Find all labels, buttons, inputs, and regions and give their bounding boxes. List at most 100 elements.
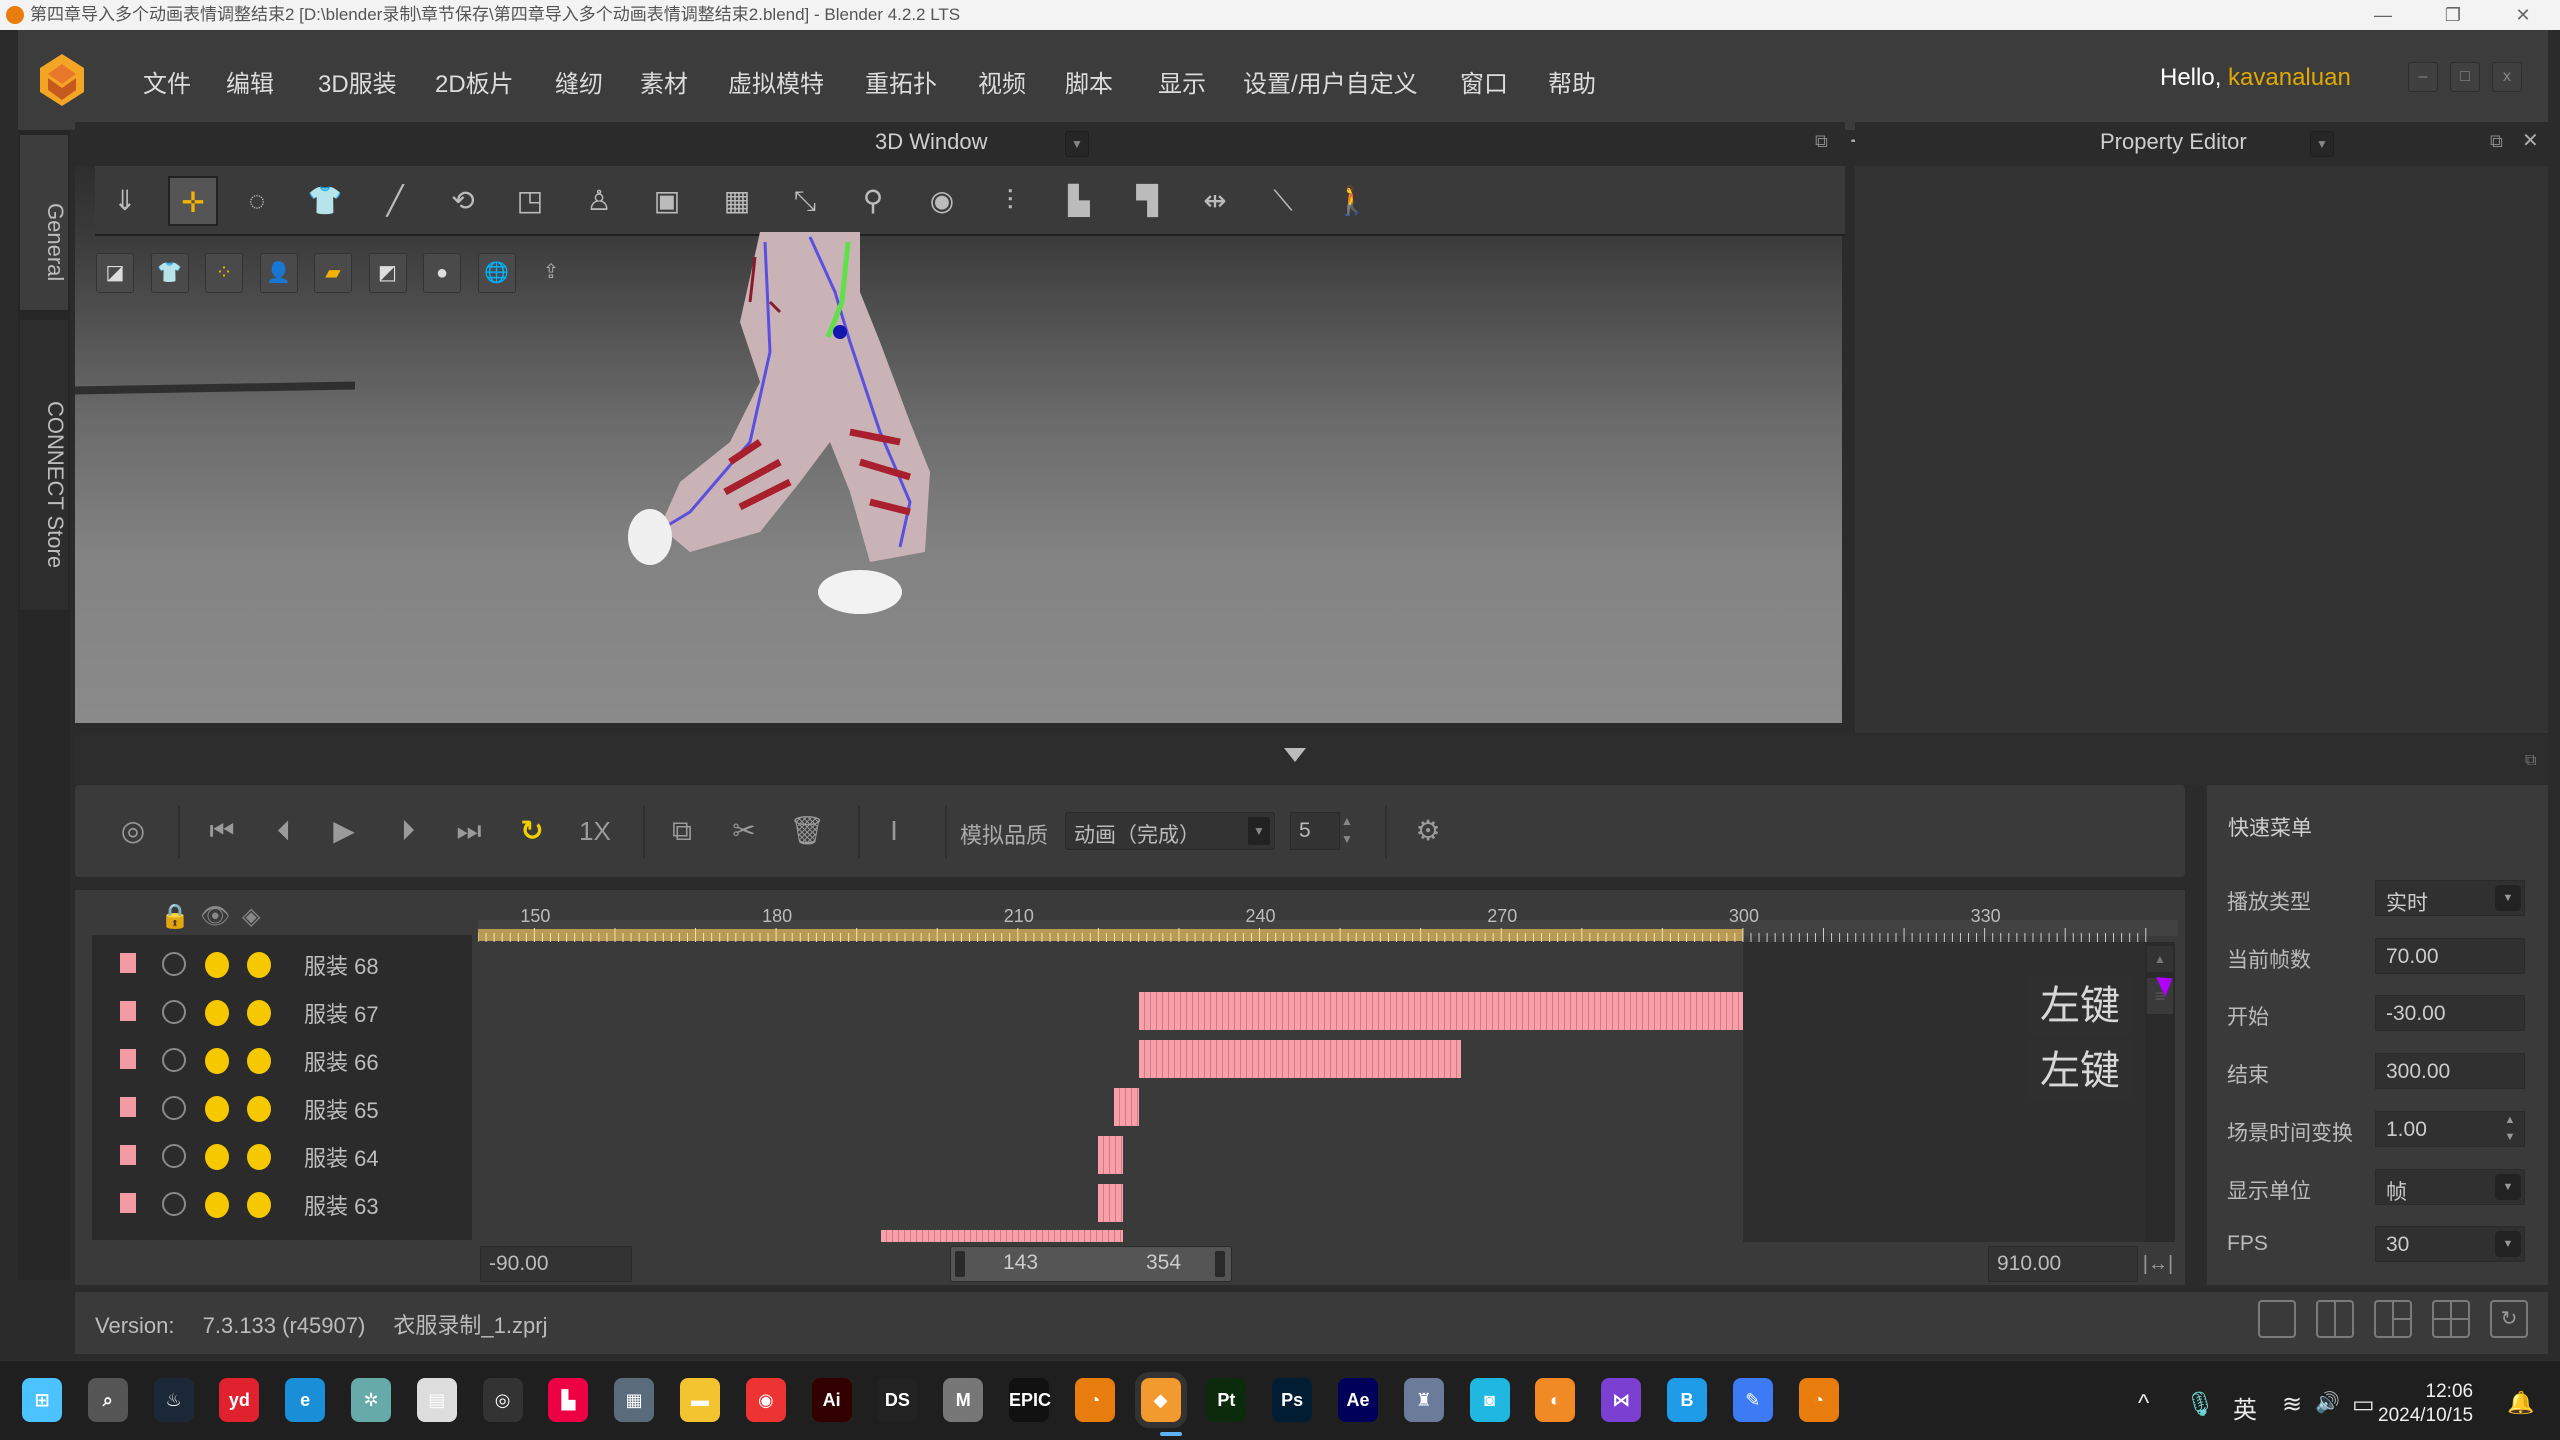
button-icon[interactable]: ◉	[917, 176, 967, 226]
panel-splitter[interactable]	[75, 735, 2548, 785]
notification-icon[interactable]: 🔔	[2507, 1390, 2534, 1416]
taskbar-blender2-icon[interactable]: ◔	[1798, 1378, 1839, 1422]
previous-frame-button[interactable]: ⏴	[264, 808, 304, 854]
grid-icon[interactable]: ▦	[712, 176, 762, 226]
quick-field-3-input[interactable]: -30.00	[2375, 995, 2525, 1032]
username-link[interactable]: kavanaluan	[2228, 64, 2351, 91]
clip-bar[interactable]	[1138, 1040, 1461, 1078]
solo-all-icon[interactable]: ◈	[242, 902, 260, 931]
range-end-handle[interactable]	[1215, 1251, 1225, 1277]
edit-pin-icon[interactable]: ╱	[370, 176, 420, 226]
lasso-select-icon[interactable]: ◌	[232, 176, 282, 226]
track-color-swatch[interactable]	[120, 1193, 136, 1213]
quick-field-2-input[interactable]: 70.00	[2375, 937, 2525, 974]
taskbar-note-icon[interactable]: ✎	[1732, 1378, 1773, 1422]
quad-view-button[interactable]	[2432, 1300, 2470, 1338]
select-move-icon[interactable]: ✛	[168, 176, 218, 226]
property-close-icon[interactable]: ✕	[2522, 128, 2539, 153]
lock-toggle-icon[interactable]	[162, 952, 186, 976]
lock-toggle-icon[interactable]	[162, 1096, 186, 1120]
menu-item[interactable]: 素材	[640, 64, 688, 99]
quick-field-6-dropdown[interactable]: 帧 ▼	[2375, 1168, 2525, 1205]
taskbar-aftereffects-icon[interactable]: Ae	[1338, 1378, 1378, 1422]
go-to-end-button[interactable]: ⏭	[449, 808, 489, 854]
walk-icon[interactable]: 🚶	[1327, 176, 1377, 226]
lock-toggle-icon[interactable]	[162, 1192, 186, 1216]
visibility-toggle-icon[interactable]	[205, 1192, 229, 1218]
chevron-down-icon[interactable]: ▼	[2495, 1231, 2521, 1258]
taskbar-photoshop-icon[interactable]: Ps	[1272, 1378, 1313, 1422]
range-max-input[interactable]: 910.00	[1988, 1246, 2138, 1282]
visible-range-slider[interactable]: 143 354	[950, 1246, 1232, 1282]
menu-item[interactable]: 编辑	[226, 64, 274, 99]
avatar-garment-figure[interactable]	[610, 232, 1030, 632]
chevron-down-icon[interactable]: ▼	[2495, 885, 2521, 911]
transform-icon[interactable]: ◳	[505, 176, 555, 226]
menu-item[interactable]: 2D板片	[435, 64, 514, 99]
track-color-swatch[interactable]	[120, 1145, 136, 1165]
edit-curve-icon[interactable]: ⤡	[780, 176, 830, 226]
lock-toggle-icon[interactable]	[162, 1000, 186, 1024]
track-row[interactable]: 服装 65	[92, 1083, 472, 1131]
tray-overflow-icon[interactable]: ^	[2138, 1390, 2149, 1418]
single-view-button[interactable]	[2258, 1300, 2296, 1338]
simulation-quality-select[interactable]: 动画（完成） ▼	[1065, 812, 1275, 850]
fit-range-button[interactable]: |↔|	[2140, 1248, 2176, 1280]
marker-button[interactable]: I	[874, 808, 914, 854]
playback-speed-button[interactable]: 1X	[575, 808, 615, 854]
window-restore-button[interactable]: ❐	[2425, 0, 2481, 30]
taskbar-blender-icon[interactable]: ◔	[1074, 1378, 1115, 1422]
window-minimize-button[interactable]: —	[2355, 0, 2411, 30]
select-garment-icon[interactable]: 👕	[300, 176, 350, 226]
taskbar-calculator-icon[interactable]: ▦	[614, 1378, 655, 1422]
lock-toggle-icon[interactable]	[162, 1048, 186, 1072]
taskbar-painter-icon[interactable]: Pt	[1206, 1378, 1247, 1422]
app-maximize-button[interactable]: □	[2450, 62, 2480, 92]
menu-item[interactable]: 帮助	[1548, 64, 1596, 99]
cut-clip-button[interactable]: ✂	[724, 808, 764, 854]
menu-item[interactable]: 3D服装	[318, 64, 397, 99]
menu-item[interactable]: 脚本	[1065, 64, 1113, 99]
clip-bar[interactable]	[1098, 1136, 1123, 1174]
range-min-input[interactable]: -90.00	[480, 1246, 632, 1282]
taskbar-marvelous-icon[interactable]: M	[943, 1378, 984, 1422]
shading-icon[interactable]: ◩	[368, 253, 407, 293]
measure-icon[interactable]: ⚲	[848, 176, 898, 226]
microphone-icon[interactable]: 🎙	[2185, 1390, 2215, 1419]
menu-item[interactable]: 缝纫	[555, 64, 603, 99]
visibility-toggle-icon[interactable]	[205, 1096, 229, 1122]
taskbar-edge-icon[interactable]: e	[285, 1378, 326, 1422]
taskbar-bookmark-icon[interactable]: ▙	[548, 1378, 589, 1422]
sew-icon[interactable]: ▣	[642, 176, 692, 226]
lock-toggle-icon[interactable]	[162, 1144, 186, 1168]
taskbar-game-icon[interactable]: ♜	[1403, 1378, 1444, 1422]
menu-item[interactable]: 设置/用户自定义	[1243, 64, 1418, 99]
property-editor-dropdown[interactable]: ▼	[2310, 131, 2334, 157]
play-button[interactable]: ▶	[324, 808, 364, 854]
popout-icon[interactable]: ⧉	[1815, 131, 1839, 155]
visibility-all-icon[interactable]: 👁	[200, 902, 230, 931]
menu-item[interactable]: 视频	[978, 64, 1026, 99]
clip-bar[interactable]	[1138, 992, 1743, 1030]
quick-field-1-dropdown[interactable]: 实时 ▼	[2375, 880, 2525, 916]
visibility-toggle-icon[interactable]	[205, 1000, 229, 1026]
visibility-toggle-icon[interactable]	[205, 1048, 229, 1074]
globe-icon[interactable]: 🌐	[477, 253, 516, 293]
input-method-icon[interactable]: 英	[2233, 1390, 2257, 1425]
texture-icon[interactable]: ▰	[314, 253, 352, 293]
taskbar-capture-icon[interactable]: ◙	[1469, 1378, 1510, 1422]
reset-view-button[interactable]: ↻	[2490, 1300, 2528, 1338]
taskbar-bilibili-icon[interactable]: B	[1667, 1378, 1707, 1422]
split-view-button[interactable]	[2316, 1300, 2354, 1338]
wifi-icon[interactable]: ≋	[2282, 1390, 2302, 1419]
app-minimize-button[interactable]: –	[2408, 62, 2438, 92]
show-avatar-icon[interactable]: 👕	[150, 253, 189, 293]
three-view-button[interactable]	[2374, 1300, 2412, 1338]
track-color-swatch[interactable]	[120, 1001, 136, 1021]
taskbar-tool-icon[interactable]: ▤	[416, 1378, 457, 1422]
solo-toggle-icon[interactable]	[247, 952, 271, 978]
avatar-arrangement-icon[interactable]: ♙	[574, 176, 624, 226]
taskbar-illustrator-icon[interactable]: Ai	[811, 1378, 852, 1422]
menu-item[interactable]: 窗口	[1460, 64, 1508, 99]
show-points-icon[interactable]: ⁘	[205, 253, 243, 293]
